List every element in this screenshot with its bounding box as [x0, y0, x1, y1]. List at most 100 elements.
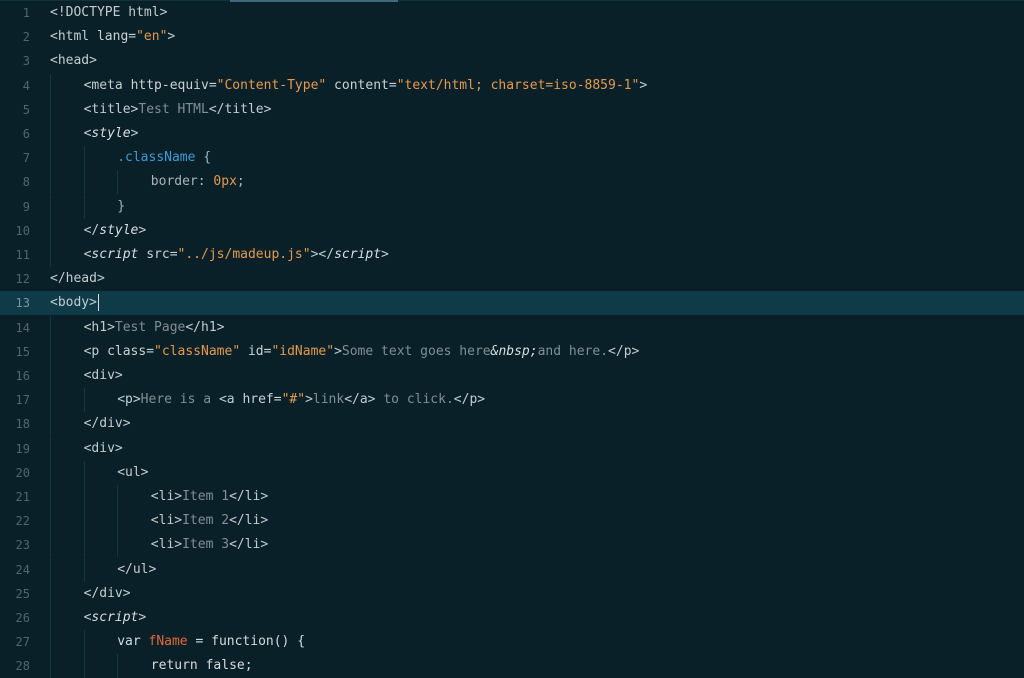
- code-token: </li>: [229, 489, 269, 504]
- code-text: }: [117, 195, 125, 219]
- line-number: 22: [15, 514, 30, 529]
- code-token: http-equiv=: [130, 77, 217, 93]
- code-line[interactable]: 24 </ul>: [0, 557, 1024, 582]
- code-token: Item 3: [182, 537, 230, 553]
- indent-guide: [83, 460, 85, 485]
- code-token: >: [639, 77, 648, 93]
- code-token: Item 1: [182, 489, 230, 504]
- code-text: <ul>: [117, 461, 148, 485]
- indent-guide: [83, 630, 85, 655]
- line-number: 23: [15, 538, 30, 553]
- code-token: </ul>: [117, 561, 157, 577]
- code-token: style: [99, 222, 139, 238]
- code-token: </div>: [83, 416, 131, 432]
- code-line[interactable]: 7 .className {: [0, 146, 1024, 171]
- code-line[interactable]: 27 var fName = function() {: [0, 630, 1024, 655]
- line-number: 9: [22, 199, 30, 214]
- code-token: </li>: [229, 537, 269, 553]
- text-cursor: [97, 294, 99, 312]
- code-line[interactable]: 17 <p>Here is a <a href="#">link</a> to c…: [0, 388, 1024, 413]
- line-number: 7: [22, 151, 30, 166]
- code-token: Some text goes here: [341, 343, 491, 359]
- line-number: 11: [15, 248, 30, 262]
- code-line[interactable]: 1 <!DOCTYPE html>: [0, 1, 1024, 25]
- code-line[interactable]: 6 <style>: [0, 122, 1024, 146]
- code-text: <p>Here is a <a href="#">link</a> to cli…: [117, 388, 485, 412]
- code-token: 0px: [213, 174, 237, 190]
- code-token: class=: [107, 343, 155, 359]
- code-line[interactable]: 18 </div>: [0, 412, 1024, 437]
- line-number: 17: [15, 393, 30, 408]
- indent-guide: [50, 170, 51, 195]
- line-number: 25: [15, 586, 30, 601]
- indent-guide: [50, 557, 51, 582]
- code-editor[interactable]: 1 <!DOCTYPE html> 2 <html lang="en"> 3 <head>…: [0, 0, 1024, 678]
- line-number: 18: [15, 417, 30, 432]
- indent-guide: [117, 170, 119, 195]
- code-line[interactable]: 4 <meta http-equiv="Content-Type" content…: [0, 73, 1024, 98]
- line-number: 14: [15, 320, 30, 335]
- code-token: = function() {: [187, 634, 306, 650]
- code-line[interactable]: 19 <div>: [0, 436, 1024, 461]
- code-token: </p>: [608, 343, 640, 359]
- indent-guide: [50, 218, 51, 243]
- indent-guide: [50, 606, 51, 630]
- code-line[interactable]: 9}: [0, 194, 1024, 219]
- code-line[interactable]: 3 <head>: [0, 49, 1024, 73]
- indent-guide: [50, 654, 51, 678]
- code-line[interactable]: 8 border: 0px;: [0, 170, 1024, 195]
- code-token: >: [138, 610, 147, 625]
- code-text: <div>: [84, 364, 123, 388]
- code-line[interactable]: 10 </style>: [0, 218, 1024, 243]
- indent-guide: [83, 146, 85, 171]
- code-line[interactable]: 2 <html lang="en">: [0, 25, 1024, 49]
- code-token: .className: [117, 150, 196, 166]
- code-line[interactable]: 21 <li>Item 1</li>: [0, 485, 1024, 509]
- code-line[interactable]: 15 <p class="className" id="idName">Some …: [0, 339, 1024, 364]
- code-token: <p>: [117, 392, 141, 408]
- indent-guide: [117, 509, 119, 534]
- code-token: <ul>: [117, 464, 149, 480]
- code-line[interactable]: 12 </head>: [0, 267, 1024, 291]
- code-token: fName: [148, 634, 188, 650]
- line-number: 5: [22, 102, 30, 117]
- code-token: style: [91, 126, 131, 141]
- code-token: "className": [154, 343, 241, 359]
- code-line[interactable]: 25 </div>: [0, 581, 1024, 606]
- indent-guide: [83, 509, 85, 534]
- code-token: >: [138, 222, 147, 238]
- indent-guide: [50, 436, 51, 461]
- code-line[interactable]: 26 <script>: [0, 606, 1024, 630]
- code-line[interactable]: 22 <li>Item 2</li>: [0, 509, 1024, 534]
- line-number: 28: [15, 659, 30, 674]
- code-line[interactable]: 13 <body>: [0, 291, 1024, 316]
- indent-guide: [117, 485, 119, 509]
- indent-guide: [50, 630, 51, 655]
- indent-guide: [50, 412, 51, 437]
- code-line[interactable]: 5 <title>Test HTML</title>: [0, 97, 1024, 122]
- code-line[interactable]: 14 <h1>Test Page</h1>: [0, 315, 1024, 340]
- line-number: 13: [15, 296, 30, 311]
- code-text: </ul>: [117, 558, 156, 582]
- code-line[interactable]: 20 <ul>: [0, 460, 1024, 485]
- indent-guide: [50, 243, 51, 267]
- code-token: </div>: [83, 585, 131, 601]
- code-token: </head>: [50, 271, 105, 287]
- code-token: "Content-Type": [216, 77, 327, 93]
- code-line[interactable]: 16 <div>: [0, 364, 1024, 388]
- indent-guide: [117, 533, 119, 558]
- code-line[interactable]: 23 <li>Item 3</li>: [0, 533, 1024, 558]
- code-token: <title>: [83, 101, 139, 117]
- code-text: </style>: [84, 219, 147, 243]
- indent-guide: [50, 533, 51, 558]
- indent-guide: [83, 194, 85, 219]
- line-number: 3: [22, 54, 30, 69]
- code-token: Item 2: [182, 513, 230, 529]
- code-token: content=: [326, 77, 397, 93]
- code-token: <!DOCTYPE html>: [50, 5, 168, 20]
- code-line[interactable]: 11 <script src="../js/madeup.js"></script…: [0, 243, 1024, 267]
- code-text: <li>Item 1</li>: [151, 485, 268, 509]
- code-line[interactable]: 28 return false;: [0, 654, 1024, 678]
- code-token: href=: [242, 392, 282, 408]
- indent-guide: [83, 557, 85, 582]
